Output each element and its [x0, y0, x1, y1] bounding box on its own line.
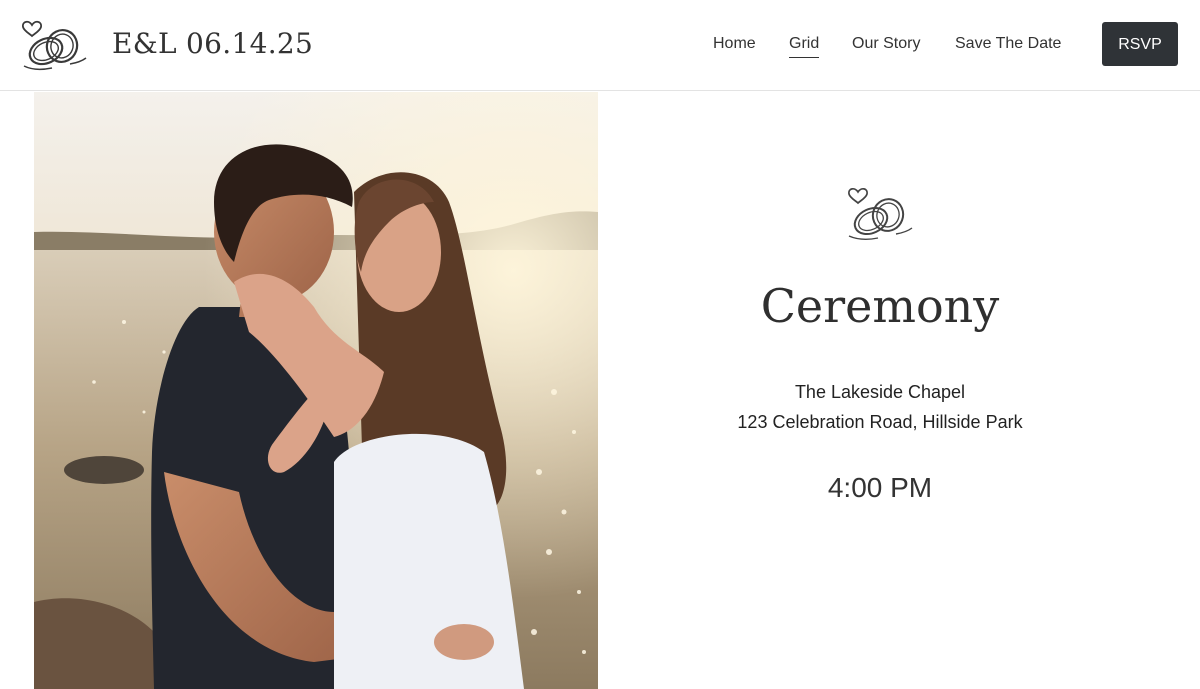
- ceremony-time: 4:00 PM: [827, 472, 933, 503]
- nav-home[interactable]: Home: [713, 33, 756, 55]
- rsvp-button[interactable]: RSVP: [1102, 22, 1178, 66]
- site-header: E&L 06.14.25 Home Grid Our Story Save Th…: [0, 0, 1200, 91]
- site-brand-title[interactable]: E&L 06.14.25: [112, 26, 313, 62]
- venue-address: 123 Celebration Road, Hillside Park: [737, 412, 1023, 432]
- nav-our-story[interactable]: Our Story: [852, 33, 920, 55]
- nav-grid[interactable]: Grid: [789, 33, 820, 58]
- wedding-rings-heart-icon: [848, 188, 913, 241]
- venue-name: The Lakeside Chapel: [794, 382, 966, 402]
- couple-photo: [34, 92, 598, 689]
- ceremony-title: Ceremony: [760, 279, 1000, 333]
- nav-save-the-date[interactable]: Save The Date: [955, 33, 1061, 55]
- wedding-rings-heart-icon[interactable]: [18, 16, 92, 72]
- couple-photo-image: [34, 92, 598, 689]
